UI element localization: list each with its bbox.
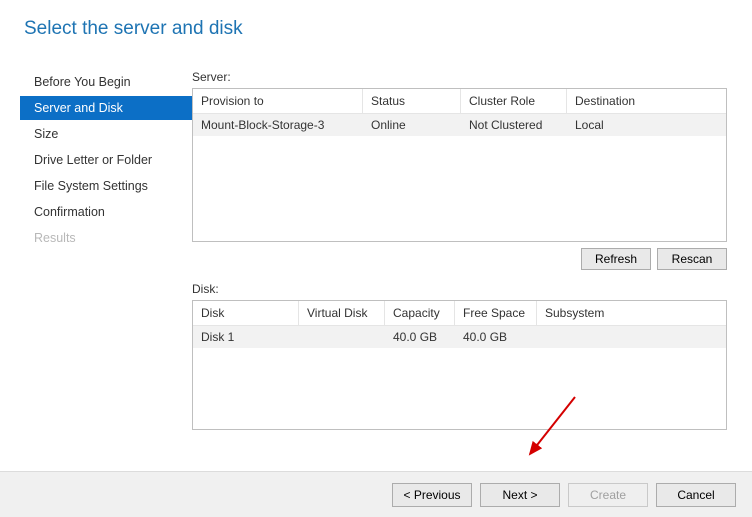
sidebar-item-confirmation[interactable]: Confirmation bbox=[20, 200, 192, 224]
col-capacity[interactable]: Capacity bbox=[385, 301, 455, 325]
col-disk[interactable]: Disk bbox=[193, 301, 299, 325]
wizard-sidebar: Before You Begin Server and Disk Size Dr… bbox=[0, 70, 192, 436]
refresh-button[interactable]: Refresh bbox=[581, 248, 651, 270]
col-provision-to[interactable]: Provision to bbox=[193, 89, 363, 113]
server-section-label: Server: bbox=[192, 70, 727, 84]
wizard-footer: < Previous Next > Create Cancel bbox=[0, 471, 752, 517]
cell-capacity: 40.0 GB bbox=[385, 326, 455, 348]
sidebar-item-drive-letter[interactable]: Drive Letter or Folder bbox=[20, 148, 192, 172]
next-button[interactable]: Next > bbox=[480, 483, 560, 507]
cell-disk: Disk 1 bbox=[193, 326, 299, 348]
sidebar-item-server-and-disk[interactable]: Server and Disk bbox=[20, 96, 192, 120]
create-button: Create bbox=[568, 483, 648, 507]
col-status[interactable]: Status bbox=[363, 89, 461, 113]
cancel-button[interactable]: Cancel bbox=[656, 483, 736, 507]
col-free-space[interactable]: Free Space bbox=[455, 301, 537, 325]
cell-destination: Local bbox=[567, 114, 726, 136]
disk-row[interactable]: Disk 1 40.0 GB 40.0 GB bbox=[193, 326, 726, 348]
rescan-button[interactable]: Rescan bbox=[657, 248, 727, 270]
col-virtual-disk[interactable]: Virtual Disk bbox=[299, 301, 385, 325]
cell-provision-to: Mount-Block-Storage-3 bbox=[193, 114, 363, 136]
sidebar-item-size[interactable]: Size bbox=[20, 122, 192, 146]
col-subsystem[interactable]: Subsystem bbox=[537, 301, 726, 325]
cell-free-space: 40.0 GB bbox=[455, 326, 537, 348]
page-title: Select the server and disk bbox=[0, 0, 752, 40]
server-row[interactable]: Mount-Block-Storage-3 Online Not Cluster… bbox=[193, 114, 726, 136]
cell-virtual-disk bbox=[299, 326, 385, 348]
server-grid-header: Provision to Status Cluster Role Destina… bbox=[193, 89, 726, 114]
col-destination[interactable]: Destination bbox=[567, 89, 726, 113]
cell-subsystem bbox=[537, 326, 726, 348]
cell-cluster-role: Not Clustered bbox=[461, 114, 567, 136]
sidebar-item-file-system-settings[interactable]: File System Settings bbox=[20, 174, 192, 198]
disk-grid: Disk Virtual Disk Capacity Free Space Su… bbox=[192, 300, 727, 430]
sidebar-item-before-you-begin[interactable]: Before You Begin bbox=[20, 70, 192, 94]
previous-button[interactable]: < Previous bbox=[392, 483, 472, 507]
sidebar-item-results: Results bbox=[20, 226, 192, 250]
disk-grid-header: Disk Virtual Disk Capacity Free Space Su… bbox=[193, 301, 726, 326]
cell-status: Online bbox=[363, 114, 461, 136]
server-grid: Provision to Status Cluster Role Destina… bbox=[192, 88, 727, 242]
disk-section-label: Disk: bbox=[192, 282, 727, 296]
col-cluster-role[interactable]: Cluster Role bbox=[461, 89, 567, 113]
